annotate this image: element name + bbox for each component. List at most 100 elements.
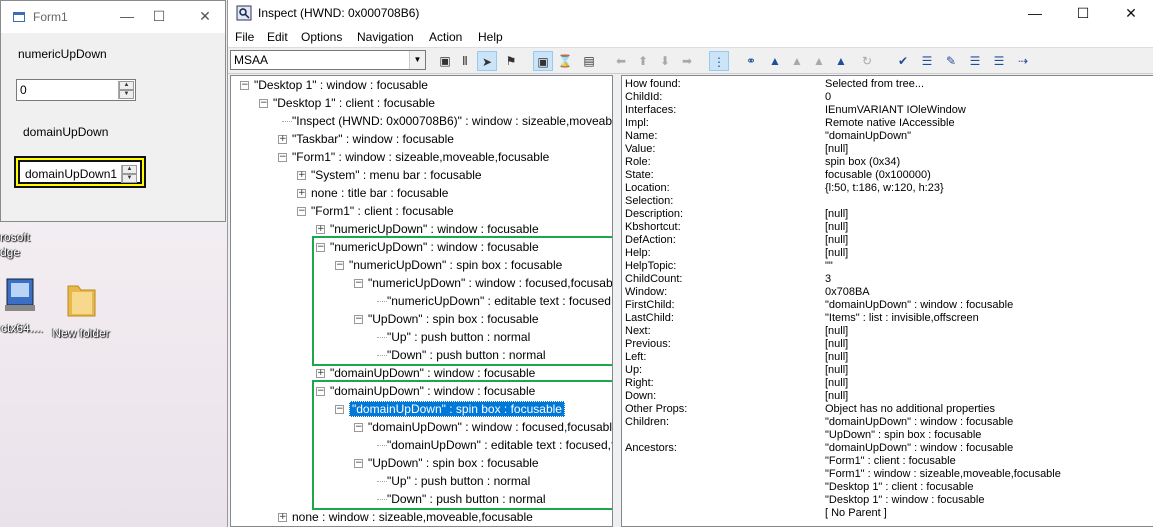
property-value: Selected from tree... [825, 78, 925, 90]
element-tree[interactable]: − "Desktop 1" : window : focusable − "Deskt… [230, 75, 613, 527]
menu-navigation[interactable]: Navigation [357, 30, 414, 44]
property-value: {l:50, t:186, w:120, h:23} [825, 182, 944, 194]
domain-label: domainUpDown [23, 125, 109, 139]
tree-view-icon[interactable]: ⋮ [709, 51, 729, 71]
property-key: Right: [625, 377, 654, 389]
tree-node[interactable]: "Taskbar" : window : focusable [292, 130, 454, 148]
form1-titlebar[interactable]: Form1 — ☐ ✕ [1, 1, 225, 33]
property-value: [null] [825, 208, 849, 220]
nav-parent-icon[interactable]: ⚭ [741, 51, 761, 71]
magnifier-app-icon [236, 5, 252, 21]
tree-node[interactable]: "Inspect (HWND: 0x000708B6)" : window : … [292, 112, 612, 130]
spin-up-icon[interactable]: ▲ [122, 165, 137, 174]
domain-updown-input[interactable]: domainUpDown1 ▲ ▼ [18, 160, 142, 184]
property-value: spin box (0x34) [825, 156, 901, 168]
property-key: Up: [625, 364, 643, 376]
nav-down-icon[interactable]: ⬇ [655, 51, 675, 71]
action-select-icon[interactable]: ☰ [917, 51, 937, 71]
expand-icon[interactable]: + [278, 135, 287, 144]
spin-down-icon[interactable]: ▼ [119, 90, 134, 99]
expand-icon[interactable]: + [297, 171, 306, 180]
property-key: Children: [625, 416, 670, 428]
action-options-icon[interactable]: ☰ [965, 51, 985, 71]
mode-select[interactable]: MSAA ▼ [230, 50, 426, 70]
properties-panel: How found: Selected from tree... ChildId: 0… [621, 75, 1153, 527]
expand-icon[interactable]: + [278, 513, 287, 522]
nav-back-icon[interactable]: ⬅ [611, 51, 631, 71]
show-hourglass-icon[interactable]: ⌛ [555, 51, 575, 71]
collapse-icon[interactable]: − [278, 153, 287, 162]
refresh-icon[interactable]: ↻ [857, 51, 877, 71]
tree-node[interactable]: none : window : sizeable,moveable,focusa… [292, 508, 533, 526]
property-value: [null] [825, 377, 849, 389]
property-value: "Desktop 1" : client : focusable [825, 481, 974, 493]
desktop-app-shortcut[interactable]: ctx64.... [0, 275, 44, 335]
menu-file[interactable]: File [235, 30, 254, 44]
property-value: 0 [825, 91, 832, 103]
maximize-icon[interactable]: ☐ [150, 7, 168, 25]
action-expand-icon[interactable]: ☰ [989, 51, 1009, 71]
watch-focus-icon[interactable]: ▣ [435, 51, 455, 71]
collapse-icon[interactable]: − [259, 99, 268, 108]
menu-options[interactable]: Options [301, 30, 342, 44]
nav-prev-sibling-icon[interactable]: ▲ [787, 51, 807, 71]
property-value: [null] [825, 364, 849, 376]
tree-node-label: none : title bar : focusable [311, 186, 449, 200]
watch-tooltip-icon[interactable]: ⚑ [501, 51, 521, 71]
maximize-icon[interactable]: ☐ [1060, 2, 1106, 24]
highlight-box [312, 236, 612, 366]
menu-edit[interactable]: Edit [267, 30, 288, 44]
minimize-icon[interactable]: — [1012, 2, 1058, 24]
watch-cursor-icon[interactable]: ➤ [477, 51, 497, 71]
property-value: "Items" : list : invisible,offscreen [825, 312, 979, 324]
minimize-icon[interactable]: — [118, 7, 136, 25]
close-icon[interactable]: ✕ [1108, 2, 1153, 24]
tree-node[interactable]: "System" : menu bar : focusable [311, 166, 482, 184]
nav-last-child-icon[interactable]: ▲ [831, 51, 851, 71]
tree-connector [282, 121, 292, 122]
property-value: [null] [825, 234, 849, 246]
property-key: ChildId: [625, 91, 663, 103]
tree-node[interactable]: "Form1" : client : focusable [311, 202, 454, 220]
domain-updown-highlight: domainUpDown1 ▲ ▼ [14, 156, 146, 188]
spin-up-icon[interactable]: ▲ [119, 81, 134, 90]
nav-forward-icon[interactable]: ➡ [677, 51, 697, 71]
tree-node-label: "System" : menu bar : focusable [311, 168, 482, 182]
close-icon[interactable]: ✕ [196, 7, 214, 25]
tree-node[interactable]: none : title bar : focusable [311, 184, 448, 202]
expand-icon[interactable]: + [316, 225, 325, 234]
property-value: "Form1" : client : focusable [825, 455, 956, 467]
tree-node[interactable]: "Desktop 1" : window : focusable [254, 76, 428, 94]
collapse-icon[interactable]: − [240, 81, 249, 90]
watch-caret-icon[interactable]: Ⅱ [455, 51, 475, 71]
expand-icon[interactable]: + [297, 189, 306, 198]
menu-action[interactable]: Action [429, 30, 462, 44]
spin-down-icon[interactable]: ▼ [122, 174, 137, 183]
expand-icon[interactable]: + [316, 369, 325, 378]
property-value: "domainUpDown" [825, 130, 912, 142]
property-value: [null] [825, 143, 849, 155]
menu-help[interactable]: Help [478, 30, 503, 44]
tree-node[interactable]: "Desktop 1" : client : focusable [273, 94, 435, 112]
property-value: [null] [825, 325, 849, 337]
numeric-updown-input[interactable]: 0 ▲ ▼ [16, 79, 136, 101]
inspect-titlebar[interactable]: Inspect (HWND: 0x000708B6) — ☐ ✕ [228, 0, 1153, 26]
domain-value: domainUpDown1 [25, 167, 118, 181]
chevron-down-icon[interactable]: ▼ [409, 51, 425, 69]
nav-first-child-icon[interactable]: ▲ [765, 51, 785, 71]
show-info-icon[interactable]: ▤ [579, 51, 599, 71]
nav-next-sibling-icon[interactable]: ▲ [809, 51, 829, 71]
tree-node[interactable]: "Form1" : window : sizeable,moveable,foc… [292, 148, 549, 166]
edge-label-line1: rosoft [0, 230, 31, 244]
collapse-icon[interactable]: − [297, 207, 306, 216]
action-focus-icon[interactable]: ✎ [941, 51, 961, 71]
highlight-rect-icon[interactable]: ▣ [533, 51, 553, 71]
property-key: Description: [625, 208, 684, 220]
property-value: IEnumVARIANT IOleWindow [825, 104, 966, 116]
property-key: Value: [625, 143, 656, 155]
nav-up-icon[interactable]: ⬆ [633, 51, 653, 71]
edge-shortcut-label[interactable]: rosoft dge [0, 230, 30, 260]
new-folder-shortcut[interactable]: New folder [50, 280, 112, 340]
action-default-icon[interactable]: ✔ [893, 51, 913, 71]
action-scroll-icon[interactable]: ⇢ [1013, 51, 1033, 71]
